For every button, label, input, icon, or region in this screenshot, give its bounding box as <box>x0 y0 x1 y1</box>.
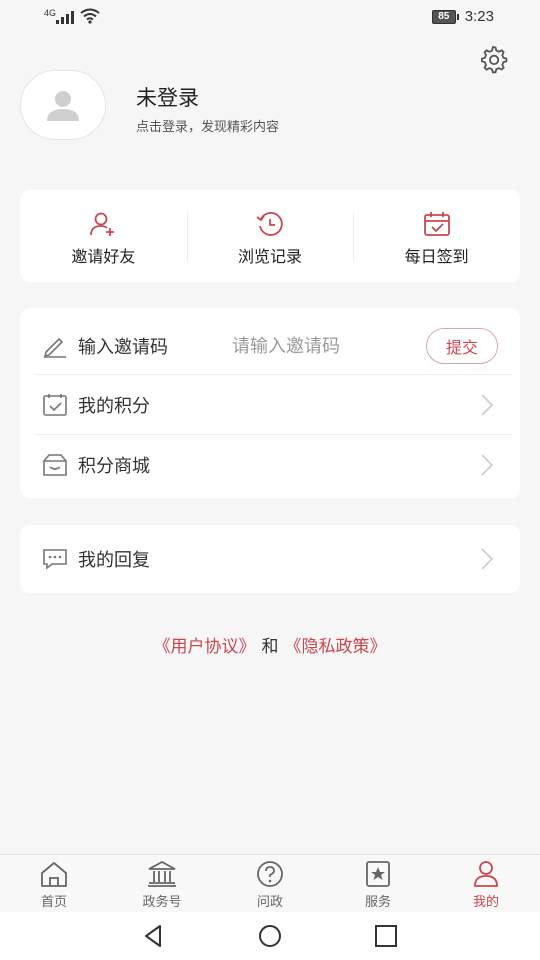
clock: 3:23 <box>464 8 494 25</box>
service-star-icon <box>366 861 390 887</box>
login-title[interactable]: 未登录 <box>136 82 199 112</box>
shop-icon <box>43 454 67 476</box>
tab-mine[interactable]: 我的 <box>432 855 540 913</box>
chevron-right-icon <box>481 548 494 570</box>
back-icon[interactable] <box>140 922 168 950</box>
tab-inquiry[interactable]: 问政 <box>216 855 324 913</box>
my-replies-row[interactable]: 我的回复 <box>20 529 520 589</box>
chevron-right-icon <box>481 394 494 416</box>
account-menu-card: 输入邀请码 提交 我的积分 积分商城 <box>20 308 520 498</box>
calendar-check-icon <box>43 394 67 416</box>
signal-area: 4G <box>44 8 100 24</box>
daily-checkin-button[interactable]: 每日签到 <box>353 190 520 282</box>
pencil-icon <box>43 337 66 358</box>
tab-mine-label: 我的 <box>472 895 499 910</box>
browse-history-button[interactable]: 浏览记录 <box>186 190 354 282</box>
submit-button[interactable]: 提交 <box>426 328 498 364</box>
my-replies-label: 我的回复 <box>78 550 150 571</box>
invite-code-input[interactable] <box>230 328 434 364</box>
invite-friends-label: 邀请好友 <box>71 247 136 266</box>
user-agreement-link[interactable]: 《用户协议》 <box>154 637 256 657</box>
default-avatar-icon <box>47 91 79 121</box>
and-text: 和 <box>261 637 279 657</box>
recents-icon[interactable] <box>372 922 400 950</box>
legal-links: 《用户协议》和《隐私政策》 <box>0 632 540 657</box>
invite-code-row: 输入邀请码 提交 <box>20 316 520 376</box>
system-nav-bar <box>0 912 540 960</box>
tab-government-label: 政务号 <box>142 895 182 910</box>
gear-icon <box>481 45 508 74</box>
avatar[interactable] <box>20 70 106 140</box>
my-points-label: 我的积分 <box>78 396 150 417</box>
tab-service[interactable]: 服务 <box>324 855 432 913</box>
battery-level: 85 <box>431 9 456 24</box>
calendar-check-icon <box>423 212 450 236</box>
battery-icon: 85 <box>431 9 459 24</box>
invite-code-label: 输入邀请码 <box>78 337 168 358</box>
browse-history-label: 浏览记录 <box>238 247 303 266</box>
my-replies-card: 我的回复 <box>20 525 520 593</box>
login-subtitle[interactable]: 点击登录，发现精彩内容 <box>136 116 279 135</box>
network-type: 4G <box>44 8 57 18</box>
tab-government[interactable]: 政务号 <box>108 855 216 913</box>
tab-home-label: 首页 <box>40 895 67 910</box>
points-mall-label: 积分商城 <box>78 456 150 477</box>
government-icon <box>148 860 176 887</box>
user-icon <box>474 861 498 887</box>
home-circle-icon[interactable] <box>256 922 284 950</box>
add-user-icon <box>90 212 115 236</box>
settings-button[interactable] <box>478 44 508 74</box>
points-mall-row[interactable]: 积分商城 <box>20 435 520 495</box>
chat-bubble-icon <box>43 549 67 570</box>
daily-checkin-label: 每日签到 <box>404 247 469 266</box>
chevron-right-icon <box>481 454 494 476</box>
question-icon <box>257 861 283 887</box>
bottom-tab-bar: 首页 政务号 问政 服务 我的 <box>0 854 540 913</box>
history-icon <box>256 212 283 236</box>
privacy-policy-link[interactable]: 《隐私政策》 <box>285 637 387 657</box>
status-right: 85 3:23 <box>431 8 494 25</box>
status-bar: 4G 85 3:23 <box>0 0 540 34</box>
invite-friends-button[interactable]: 邀请好友 <box>20 190 187 282</box>
quick-actions-card: 邀请好友 浏览记录 每日签到 <box>20 190 520 282</box>
tab-home[interactable]: 首页 <box>0 855 108 913</box>
tab-inquiry-label: 问政 <box>256 895 283 910</box>
tab-service-label: 服务 <box>364 895 391 910</box>
home-icon <box>41 862 67 887</box>
wifi-icon <box>80 8 100 24</box>
signal-icon <box>56 10 74 24</box>
my-points-row[interactable]: 我的积分 <box>20 375 520 435</box>
